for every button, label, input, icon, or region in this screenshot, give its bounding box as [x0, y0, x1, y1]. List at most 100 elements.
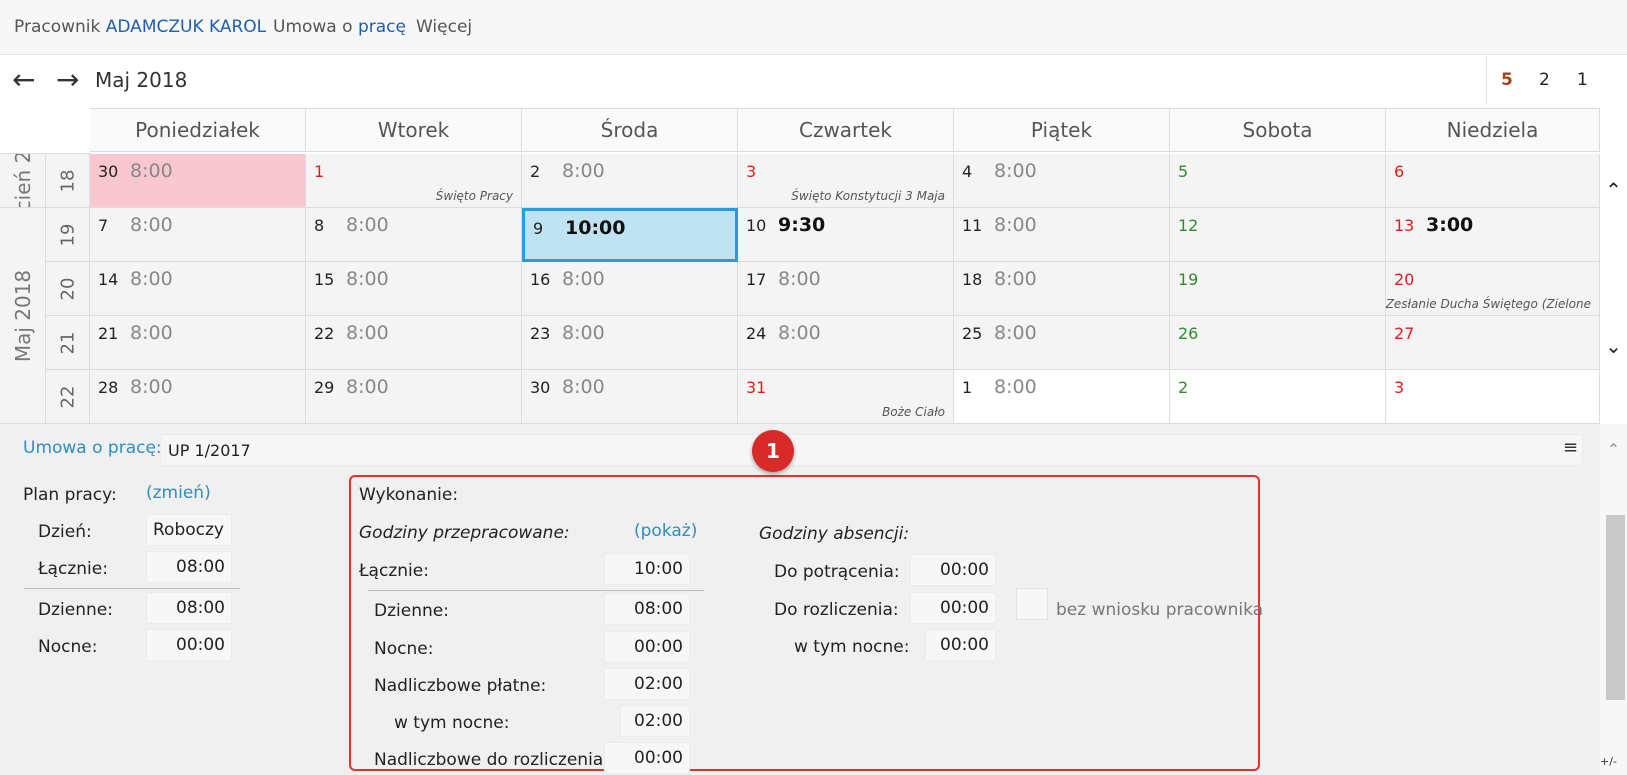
calendar-day-cell[interactable]: 23 8:00	[522, 316, 738, 370]
day-hours: 10:00	[565, 217, 626, 239]
day-hours: 8:00	[778, 322, 821, 344]
calendar-day-cell[interactable]: 3	[1386, 370, 1600, 424]
contract-menu-icon[interactable]: ≡	[1563, 437, 1578, 458]
day-number: 9	[533, 219, 544, 238]
calendar-day-cell[interactable]: 16 8:00	[522, 262, 738, 316]
week-number: 19	[46, 208, 90, 262]
worked-hours-title: Godziny przepracowane:	[359, 523, 570, 543]
plan-total-label: Łącznie:	[38, 559, 108, 579]
worked-daily-label: Dzienne:	[374, 601, 449, 621]
calendar-day-cell[interactable]: 1 8:00	[954, 370, 1170, 424]
contract-link[interactable]: pracę	[358, 17, 406, 37]
settle-value: 00:00	[910, 592, 996, 624]
corner-toggle[interactable]: +/-	[1600, 755, 1617, 768]
day-number: 5	[1178, 162, 1189, 181]
calendar-day-cell[interactable]: 13 3:00	[1386, 208, 1600, 262]
month-band: Maj 2018	[0, 208, 46, 424]
breadcrumb-contract[interactable]: Umowa o pracę	[273, 17, 406, 37]
calendar-day-cell[interactable]: 28 8:00	[90, 370, 306, 424]
day-hours: 8:00	[994, 160, 1037, 182]
week-number-label: 18	[57, 169, 78, 192]
breadcrumb-more[interactable]: Więcej	[416, 17, 472, 37]
calendar-scroll-up-icon[interactable]: ⌃	[1600, 178, 1627, 202]
panel-scroll-up-icon[interactable]: ⌃	[1600, 440, 1627, 459]
panel-scrollbar-thumb[interactable]	[1606, 515, 1625, 700]
day-number: 12	[1178, 216, 1199, 235]
calendar-day-cell[interactable]: 5	[1170, 154, 1386, 208]
calendar-day-cell[interactable]: 1 Święto Pracy	[306, 154, 522, 208]
view-option-2[interactable]: 2	[1539, 70, 1550, 90]
day-header: Wtorek	[306, 108, 522, 152]
calendar-day-cell[interactable]: 20 Zesłanie Ducha Świętego (Zielone	[1386, 262, 1600, 316]
day-number: 18	[962, 270, 983, 289]
settle-label: Do rozliczenia:	[774, 600, 899, 620]
day-hours: 8:00	[562, 160, 605, 182]
day-number: 24	[746, 324, 767, 343]
calendar-scroll-down-icon[interactable]: ⌄	[1600, 334, 1627, 358]
without-request-checkbox[interactable]	[1016, 588, 1048, 620]
calendar-day-cell[interactable]: 26	[1170, 316, 1386, 370]
calendar-day-cell[interactable]: 6	[1386, 154, 1600, 208]
plan-daily-value: 08:00	[146, 592, 232, 624]
absence-hours-title: Godziny absencji:	[759, 524, 910, 544]
view-option-1[interactable]: 1	[1577, 70, 1588, 90]
calendar-day-cell[interactable]: 17 8:00	[738, 262, 954, 316]
next-month-arrow-icon[interactable]: →	[56, 62, 79, 98]
calendar-day-cell[interactable]: 30 8:00	[522, 370, 738, 424]
day-number: 8	[314, 216, 325, 235]
calendar-day-cell[interactable]: 3 Święto Konstytucji 3 Maja	[738, 154, 954, 208]
prev-month-band-label: cień 2	[10, 154, 35, 208]
settle-night-label: w tym nocne:	[794, 637, 910, 657]
day-hours: 8:00	[778, 268, 821, 290]
calendar-day-cell[interactable]: 2	[1170, 370, 1386, 424]
employee-name-link[interactable]: ADAMCZUK KAROL	[106, 17, 266, 37]
calendar-day-cell[interactable]: 7 8:00	[90, 208, 306, 262]
calendar-day-cell[interactable]: 18 8:00	[954, 262, 1170, 316]
calendar-day-cell[interactable]: 22 8:00	[306, 316, 522, 370]
breadcrumb-employee[interactable]: Pracownik ADAMCZUK KAROL	[14, 17, 266, 37]
calendar-day-cell[interactable]: 11 8:00	[954, 208, 1170, 262]
calendar-day-cell[interactable]: 9 10:00	[522, 208, 738, 262]
calendar-day-cell[interactable]: 29 8:00	[306, 370, 522, 424]
day-number: 16	[530, 270, 551, 289]
day-hours: 8:00	[562, 268, 605, 290]
plan-night-value: 00:00	[146, 629, 232, 661]
holiday-note: Zesłanie Ducha Świętego (Zielone	[1385, 297, 1591, 311]
calendar-day-cell[interactable]: 10 9:30	[738, 208, 954, 262]
day-number: 25	[962, 324, 983, 343]
calendar-day-cell[interactable]: 25 8:00	[954, 316, 1170, 370]
calendar-day-cell[interactable]: 8 8:00	[306, 208, 522, 262]
day-header: Poniedziałek	[90, 108, 306, 152]
day-number: 10	[746, 216, 767, 235]
contract-field[interactable]	[160, 434, 1583, 466]
day-hours: 8:00	[994, 214, 1037, 236]
day-number: 13	[1394, 216, 1415, 235]
day-header: Środa	[522, 108, 738, 152]
day-hours: 8:00	[130, 322, 173, 344]
plan-daily-label: Dzienne:	[38, 600, 113, 620]
grid-corner	[0, 108, 90, 154]
calendar-day-cell[interactable]: 12	[1170, 208, 1386, 262]
day-hours: 8:00	[994, 322, 1037, 344]
prev-month-arrow-icon[interactable]: ←	[12, 62, 35, 98]
calendar-day-cell[interactable]: 4 8:00	[954, 154, 1170, 208]
overtime-night-label: w tym nocne:	[394, 713, 510, 733]
calendar-day-cell[interactable]: 21 8:00	[90, 316, 306, 370]
view-option-5[interactable]: 5	[1501, 70, 1513, 90]
calendar-day-cell[interactable]: 24 8:00	[738, 316, 954, 370]
calendar-day-cell[interactable]: 14 8:00	[90, 262, 306, 316]
week-number: 21	[46, 316, 90, 370]
day-number: 4	[962, 162, 973, 181]
calendar-day-cell[interactable]: 31 Boże Ciało	[738, 370, 954, 424]
calendar-day-cell[interactable]: 2 8:00	[522, 154, 738, 208]
day-hours: 8:00	[130, 268, 173, 290]
deduct-value: 00:00	[910, 554, 996, 586]
calendar-day-cell[interactable]: 15 8:00	[306, 262, 522, 316]
plan-change-link[interactable]: (zmień)	[146, 483, 211, 503]
calendar-day-cell[interactable]: 19	[1170, 262, 1386, 316]
calendar-day-cell[interactable]: 30 8:00	[90, 154, 306, 208]
calendar-day-cell[interactable]: 27	[1386, 316, 1600, 370]
contract-prefix: Umowa o	[273, 17, 353, 37]
show-worked-link[interactable]: (pokaż)	[634, 521, 697, 541]
day-number: 2	[530, 162, 541, 181]
